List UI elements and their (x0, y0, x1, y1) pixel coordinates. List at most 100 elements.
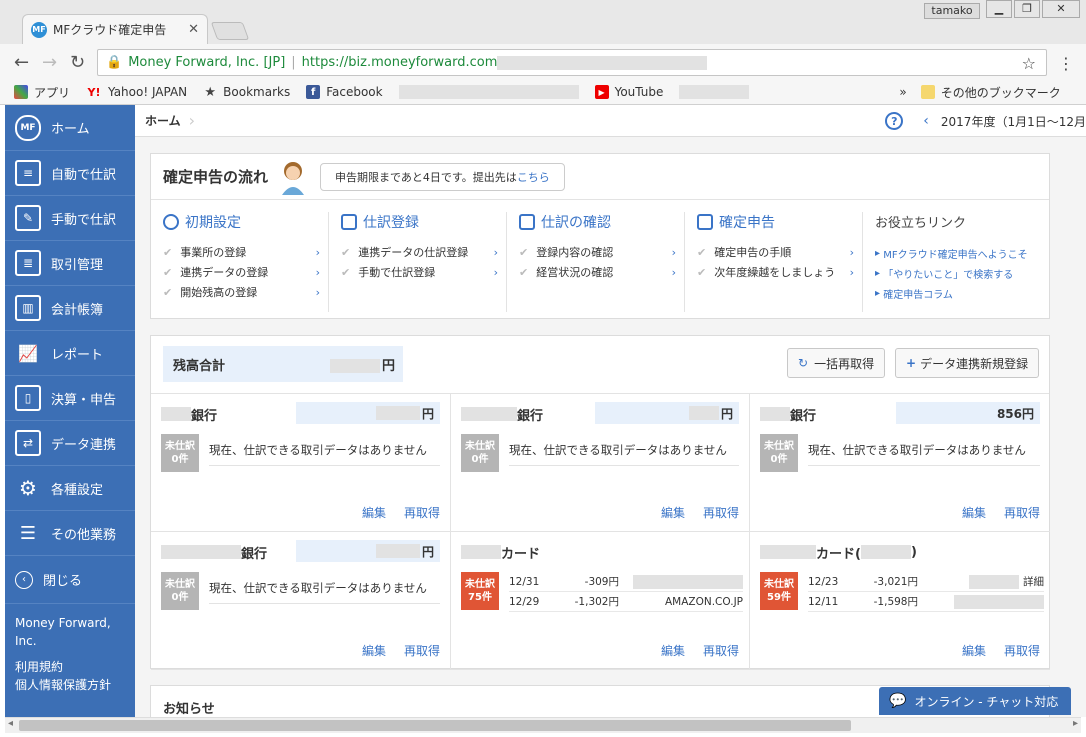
report-icon: 📈 (18, 343, 38, 363)
flow-link[interactable]: ✔ 開始残高の登録 › (163, 282, 328, 302)
browser-chrome: MF MFクラウド確定申告 ✕ tamako ▁ ❐ ✕ ← → ↻ 🔒 Mon… (0, 0, 1086, 105)
refetch-link[interactable]: 再取得 (1004, 644, 1040, 658)
flow-link[interactable]: ✔ 経営状況の確認 › (519, 262, 684, 282)
sidebar-close[interactable]: ‹ 閉じる (5, 556, 135, 604)
mf-favicon-icon: MF (31, 21, 47, 38)
chevron-right-icon: › (315, 245, 320, 259)
bookmark-bookmarks[interactable]: ★ Bookmarks (203, 85, 290, 100)
account-name: カード() (760, 540, 1040, 564)
refetch-link[interactable]: 再取得 (703, 506, 739, 520)
sidebar-item-settings[interactable]: ⚙ 各種設定 (5, 466, 135, 511)
url-text: https://biz.moneyforward.com (301, 55, 498, 70)
transaction-row[interactable]: 12/31 -309円 (509, 572, 743, 592)
submission-link[interactable]: こちら (517, 169, 550, 185)
book-icon (519, 214, 535, 230)
reload-icon[interactable]: ↻ (70, 52, 85, 73)
window-close-button[interactable]: ✕ (1042, 0, 1080, 18)
maximize-button[interactable]: ❐ (1014, 0, 1040, 18)
sidebar-item-data-link[interactable]: ⇄ データ連携 (5, 421, 135, 466)
scroll-right-icon[interactable]: ▸ (1073, 718, 1078, 729)
flow-link[interactable]: ✔ 登録内容の確認 › (519, 242, 684, 262)
flow-link[interactable]: ✔ 手動で仕訳登録 › (341, 262, 506, 282)
minimize-button[interactable]: ▁ (986, 0, 1012, 18)
terms-link[interactable]: 利用規約 (15, 658, 125, 676)
edit-link[interactable]: 編集 (362, 506, 386, 520)
sidebar-item-report[interactable]: 📈 レポート (5, 331, 135, 376)
refetch-link[interactable]: 再取得 (404, 644, 440, 658)
flow-title: 確定申告の流れ (163, 168, 269, 186)
chevron-right-icon: › (315, 265, 320, 279)
help-link[interactable]: ▸ MFクラウド確定申告へようこそ (875, 243, 1049, 263)
edit-link[interactable]: 編集 (661, 644, 685, 658)
sidebar-item-settlement[interactable]: ▯ 決算・申告 (5, 376, 135, 421)
total-balance: 残高合計 円 (163, 346, 403, 382)
profile-button[interactable]: tamako (924, 3, 980, 19)
sidebar-item-home[interactable]: MF ホーム (5, 105, 135, 151)
chat-support-button[interactable]: 💬 オンライン - チャット対応 (879, 687, 1071, 715)
sidebar-item-transactions[interactable]: ≣ 取引管理 (5, 241, 135, 286)
forward-icon[interactable]: → (42, 52, 57, 73)
bookmark-yahoo[interactable]: Y! Yahoo! JAPAN (86, 85, 188, 99)
sidebar-item-ledger[interactable]: ▥ 会計帳簿 (5, 286, 135, 331)
account-balance: 円 (296, 402, 440, 424)
prev-period-icon[interactable]: ‹ (923, 113, 929, 129)
flow-link[interactable]: ✔ 確定申告の手順 › (697, 242, 862, 262)
edit-link[interactable]: 編集 (661, 506, 685, 520)
account-name: カード (461, 540, 739, 564)
sidebar-item-auto-journal[interactable]: ≡ 自動で仕訳 (5, 151, 135, 196)
breadcrumb-home[interactable]: ホーム (145, 112, 181, 129)
transaction-row[interactable]: 12/29 -1,302円 AMAZON.CO.JP (509, 592, 743, 612)
account-balance: 円 (296, 540, 440, 562)
company-name: Money Forward, Inc. (15, 616, 111, 648)
no-data-message: 現在、仕訳できる取引データはありません (509, 438, 739, 466)
redacted-name (461, 407, 517, 421)
more-bookmarks-icon[interactable]: » (899, 85, 906, 99)
browser-tab[interactable]: MF MFクラウド確定申告 ✕ (22, 14, 208, 44)
scroll-left-icon[interactable]: ◂ (8, 718, 13, 729)
tab-title: MFクラウド確定申告 (53, 23, 167, 37)
bookmark-youtube[interactable]: ▶ YouTube (594, 85, 663, 99)
transaction-row[interactable]: 12/11 -1,598円 (808, 592, 1044, 612)
browser-menu-icon[interactable]: ⋮ (1058, 54, 1074, 73)
bookmark-apps[interactable]: アプリ (14, 84, 70, 101)
sidebar-item-manual-journal[interactable]: ✎ 手動で仕訳 (5, 196, 135, 241)
scrollbar-thumb[interactable] (19, 720, 851, 731)
flow-link[interactable]: ✔ 事業所の登録 › (163, 242, 328, 262)
sidebar-item-other[interactable]: ☰ その他業務 (5, 511, 135, 556)
edit-link[interactable]: 編集 (962, 644, 986, 658)
bookmark-facebook[interactable]: f Facebook (306, 85, 383, 99)
other-bookmarks[interactable]: その他のブックマーク (920, 84, 1061, 101)
check-icon: ✔ (697, 245, 707, 259)
refetch-link[interactable]: 再取得 (703, 644, 739, 658)
help-icon[interactable]: ? (885, 112, 904, 130)
bookmarks-bar: アプリ Y! Yahoo! JAPAN ★ Bookmarks f Facebo… (0, 80, 1086, 104)
check-icon: ✔ (341, 265, 351, 279)
no-data-message: 現在、仕訳できる取引データはありません (209, 576, 440, 604)
address-bar[interactable]: 🔒 Money Forward, Inc. [JP] | https://biz… (97, 49, 1074, 76)
bookmark-star-icon[interactable]: ☆ (1022, 54, 1036, 73)
fiscal-period: 2017年度（1月1日〜12月 (940, 114, 1086, 129)
privacy-link[interactable]: 個人情報保護方針 (15, 676, 125, 694)
transaction-row[interactable]: 12/23 -3,021円 詳細 (808, 572, 1044, 592)
add-data-link-button[interactable]: + データ連携新規登録 (895, 348, 1040, 378)
assistant-avatar-icon (282, 161, 305, 195)
flow-link[interactable]: ✔ 連携データの仕訳登録 › (341, 242, 506, 262)
apps-icon (14, 85, 28, 99)
new-tab-button[interactable] (210, 22, 250, 40)
edit-link[interactable]: 編集 (362, 644, 386, 658)
flow-link[interactable]: ✔ 次年度繰越をしましょう › (697, 262, 862, 282)
back-icon[interactable]: ← (14, 52, 29, 73)
help-link[interactable]: ▸ 確定申告コラム (875, 283, 1049, 303)
refetch-link[interactable]: 再取得 (1004, 506, 1040, 520)
refresh-all-button[interactable]: ↻ 一括再取得 (787, 348, 886, 378)
refetch-link[interactable]: 再取得 (404, 506, 440, 520)
auto-journal-icon: ≡ (15, 160, 41, 186)
redacted-name (461, 545, 501, 559)
redacted-url (497, 55, 708, 70)
help-link[interactable]: ▸ 「やりたいこと」で検索する (875, 263, 1049, 283)
edit-link[interactable]: 編集 (962, 506, 986, 520)
nav-row: ← → ↻ 🔒 Money Forward, Inc. [JP] | https… (0, 44, 1086, 80)
horizontal-scrollbar[interactable]: ◂ ▸ (5, 717, 1081, 733)
flow-link[interactable]: ✔ 連携データの登録 › (163, 262, 328, 282)
close-tab-icon[interactable]: ✕ (188, 22, 199, 37)
